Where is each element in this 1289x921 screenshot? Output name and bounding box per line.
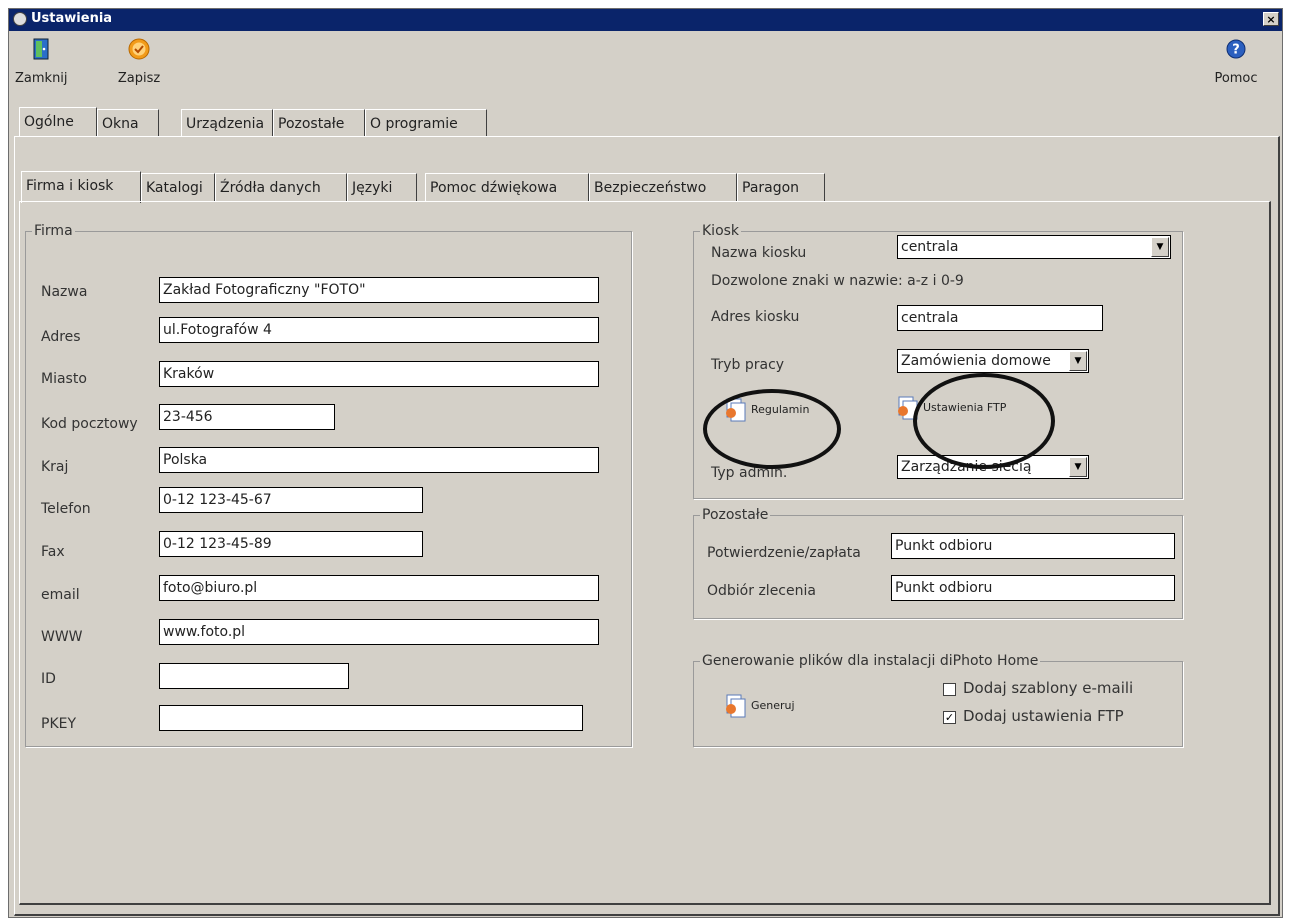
typ-admin-label: Typ admin.: [711, 465, 788, 481]
ustawienia-ftp-button[interactable]: Ustawienia FTP: [893, 395, 1006, 421]
settings-window: Ustawienia × Zamknij Zapisz ? Pomoc Ogól…: [8, 8, 1283, 918]
adres-label: Adres: [41, 329, 81, 345]
kod-pocztowy-field[interactable]: 23-456: [159, 404, 335, 430]
chevron-down-icon[interactable]: ▼: [1151, 237, 1169, 257]
tab-bezpieczenstwo[interactable]: Bezpieczeństwo: [589, 173, 737, 201]
window-title: Ustawienia: [31, 11, 113, 26]
app-icon: [13, 12, 27, 26]
tab-firma-i-kiosk[interactable]: Firma i kiosk: [21, 171, 141, 203]
nazwa-kiosku-select[interactable]: centrala ▼: [897, 235, 1171, 259]
fax-field[interactable]: 0-12 123-45-89: [159, 531, 423, 557]
typ-admin-select[interactable]: Zarządzanie siecią ▼: [897, 455, 1089, 479]
id-label: ID: [41, 671, 56, 687]
miasto-label: Miasto: [41, 371, 87, 387]
miasto-field[interactable]: Kraków: [159, 361, 599, 387]
regulamin-label: Regulamin: [751, 403, 810, 416]
pozostale-group: Pozostałe: [693, 507, 1183, 619]
close-button[interactable]: Zamknij: [15, 37, 68, 86]
chevron-down-icon[interactable]: ▼: [1069, 457, 1087, 477]
www-field[interactable]: www.foto.pl: [159, 619, 599, 645]
potwierdzenie-label: Potwierdzenie/zapłata: [707, 545, 861, 561]
firma-legend: Firma: [34, 223, 73, 239]
ustawienia-ftp-label: Ustawienia FTP: [923, 401, 1007, 414]
document-icon: [726, 694, 746, 718]
szablony-label: Dodaj szablony e-maili: [963, 679, 1134, 697]
email-field[interactable]: foto@biuro.pl: [159, 575, 599, 601]
potwierdzenie-field[interactable]: Punkt odbioru: [891, 533, 1175, 559]
nazwa-field[interactable]: Zakład Fotograficzny "FOTO": [159, 277, 599, 303]
generuj-label: Generuj: [751, 699, 795, 712]
pozostale-legend: Pozostałe: [702, 507, 769, 523]
tab-pomoc-dzwiekowa[interactable]: Pomoc dźwiękowa: [425, 173, 589, 201]
www-label: WWW: [41, 629, 83, 645]
save-button[interactable]: Zapisz: [113, 37, 165, 86]
document-icon: [726, 398, 746, 422]
help-label: Pomoc: [1214, 71, 1258, 86]
regulamin-button[interactable]: Regulamin: [721, 397, 809, 423]
tab-zrodla-danych[interactable]: Źródła danych: [215, 173, 347, 201]
tab-o-programie[interactable]: O programie: [365, 109, 487, 137]
svg-text:?: ?: [1232, 43, 1240, 58]
tryb-pracy-label: Tryb pracy: [711, 357, 785, 373]
odbior-label: Odbiór zlecenia: [707, 583, 816, 599]
id-field[interactable]: [159, 663, 349, 689]
telefon-label: Telefon: [41, 501, 91, 517]
szablony-checkbox[interactable]: [943, 683, 956, 696]
allowed-chars-note: Dozwolone znaki w nazwie: a-z i 0-9: [711, 273, 964, 289]
tryb-pracy-value: Zamówienia domowe: [901, 353, 1051, 369]
title-bar: Ustawienia ×: [9, 9, 1282, 31]
nazwa-kiosku-value: centrala: [901, 239, 959, 255]
tryb-pracy-select[interactable]: Zamówienia domowe ▼: [897, 349, 1089, 373]
save-check-icon: [128, 38, 150, 60]
adres-kiosku-label: Adres kiosku: [711, 309, 800, 325]
typ-admin-value: Zarządzanie siecią: [901, 459, 1032, 475]
tab-okna[interactable]: Okna: [97, 109, 159, 137]
door-exit-icon: [33, 38, 49, 60]
kraj-field[interactable]: Polska: [159, 447, 599, 473]
odbior-field[interactable]: Punkt odbioru: [891, 575, 1175, 601]
kiosk-legend: Kiosk: [702, 223, 740, 239]
adres-kiosku-field[interactable]: centrala: [897, 305, 1103, 331]
pkey-field[interactable]: [159, 705, 583, 731]
ftp-checkbox-label: Dodaj ustawienia FTP: [963, 707, 1124, 725]
tab-pozostale[interactable]: Pozostałe: [273, 109, 365, 137]
nazwa-kiosku-label: Nazwa kiosku: [711, 245, 807, 261]
telefon-field[interactable]: 0-12 123-45-67: [159, 487, 423, 513]
tab-jezyki[interactable]: Języki: [347, 173, 417, 201]
tab-paragon[interactable]: Paragon: [737, 173, 825, 201]
nazwa-label: Nazwa: [41, 284, 88, 300]
pkey-label: PKEY: [41, 716, 77, 732]
tab-urzadzenia[interactable]: Urządzenia: [181, 109, 273, 137]
generuj-button[interactable]: Generuj: [721, 693, 795, 719]
tab-katalogi[interactable]: Katalogi: [141, 173, 215, 201]
close-window-button[interactable]: ×: [1263, 12, 1279, 26]
tab-ogolne[interactable]: Ogólne: [19, 107, 97, 137]
kod-pocztowy-label: Kod pocztowy: [41, 416, 138, 432]
chevron-down-icon[interactable]: ▼: [1069, 351, 1087, 371]
kraj-label: Kraj: [41, 459, 69, 475]
ftp-checkbox[interactable]: ✓: [943, 711, 956, 724]
save-label: Zapisz: [117, 71, 161, 86]
help-icon: ?: [1226, 39, 1246, 59]
adres-field[interactable]: ul.Fotografów 4: [159, 317, 599, 343]
fax-label: Fax: [41, 544, 65, 560]
close-label: Zamknij: [15, 71, 68, 86]
email-label: email: [41, 587, 80, 603]
help-button[interactable]: ? Pomoc: [1203, 37, 1269, 86]
generowanie-legend: Generowanie plików dla instalacji diPhot…: [702, 653, 1039, 669]
document-icon: [898, 396, 918, 420]
